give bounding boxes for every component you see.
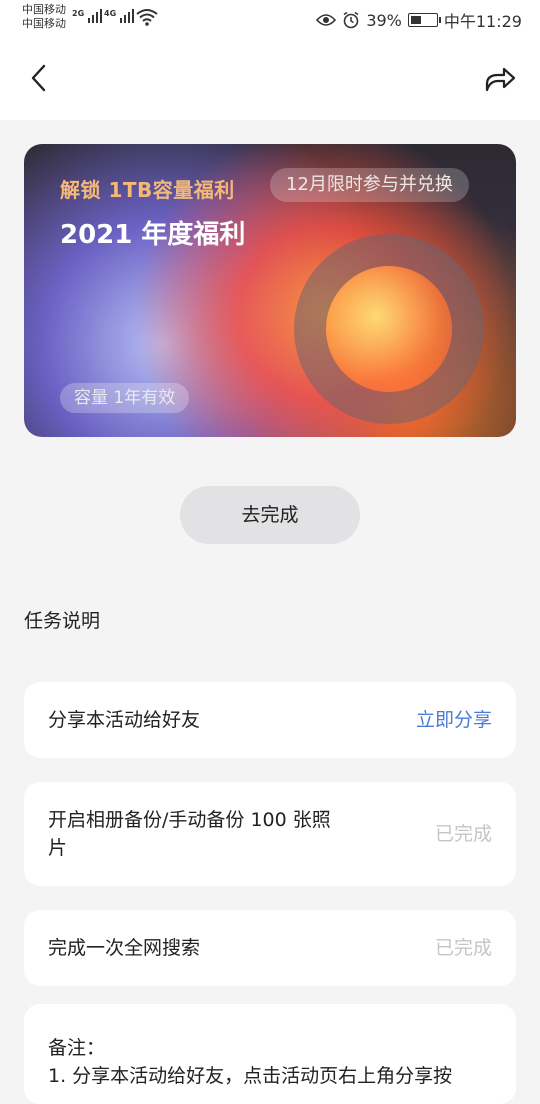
clock: 中午11:29: [443, 12, 522, 31]
banner-glow-graphic: [326, 266, 452, 392]
banner-validity-chip: 容量 1年有效: [60, 383, 190, 413]
task-status-done: 已完成: [434, 937, 492, 959]
signal-2-icon: 4G: [104, 9, 135, 23]
battery-icon: [407, 13, 441, 27]
section-title: 任务说明: [24, 610, 101, 632]
share-icon[interactable]: [482, 60, 518, 96]
nav-bar: [0, 38, 540, 120]
back-icon[interactable]: [22, 60, 58, 96]
banner-subtitle: 解锁 1TB容量福利: [60, 178, 235, 202]
go-complete-button[interactable]: 去完成: [180, 486, 360, 544]
battery-percent: 39%: [366, 10, 402, 30]
wifi-icon: [136, 9, 158, 26]
signal-1-icon: 2G: [72, 9, 103, 23]
carrier-1: 中国移动: [22, 3, 66, 16]
status-bar: 中国移动 中国移动 2G 4G 39% 中午11:29: [0, 0, 540, 38]
carrier-2: 中国移动: [22, 17, 66, 30]
banner-time-tag: 12月限时参与并兑换: [270, 168, 469, 202]
eye-comfort-icon: [316, 14, 337, 26]
task-card-album-backup: 开启相册备份/手动备份 100 张照 片 已完成: [24, 782, 516, 886]
task-status-done: 已完成: [434, 823, 492, 845]
task-label: 分享本活动给好友: [48, 709, 201, 731]
banner-title: 2021 年度福利: [60, 220, 246, 250]
alarm-icon: [343, 11, 359, 29]
task-card-share: 分享本活动给好友 立即分享: [24, 682, 516, 758]
carrier-labels: 中国移动 中国移动: [22, 3, 66, 31]
task-label: 完成一次全网搜索: [48, 937, 201, 959]
promo-banner[interactable]: 解锁 1TB容量福利 12月限时参与并兑换 2021 年度福利 容量 1年有效: [24, 144, 516, 437]
note-text: 备注： 1. 分享本活动给好友，点击活动页右上角分享按: [48, 1037, 453, 1087]
share-now-link[interactable]: 立即分享: [416, 706, 492, 734]
task-card-search: 完成一次全网搜索 已完成: [24, 910, 516, 986]
task-label: 开启相册备份/手动备份 100 张照 片: [48, 809, 331, 859]
note-card: 备注： 1. 分享本活动给好友，点击活动页右上角分享按: [24, 1004, 516, 1104]
status-right: 39% 中午11:29: [316, 8, 522, 32]
